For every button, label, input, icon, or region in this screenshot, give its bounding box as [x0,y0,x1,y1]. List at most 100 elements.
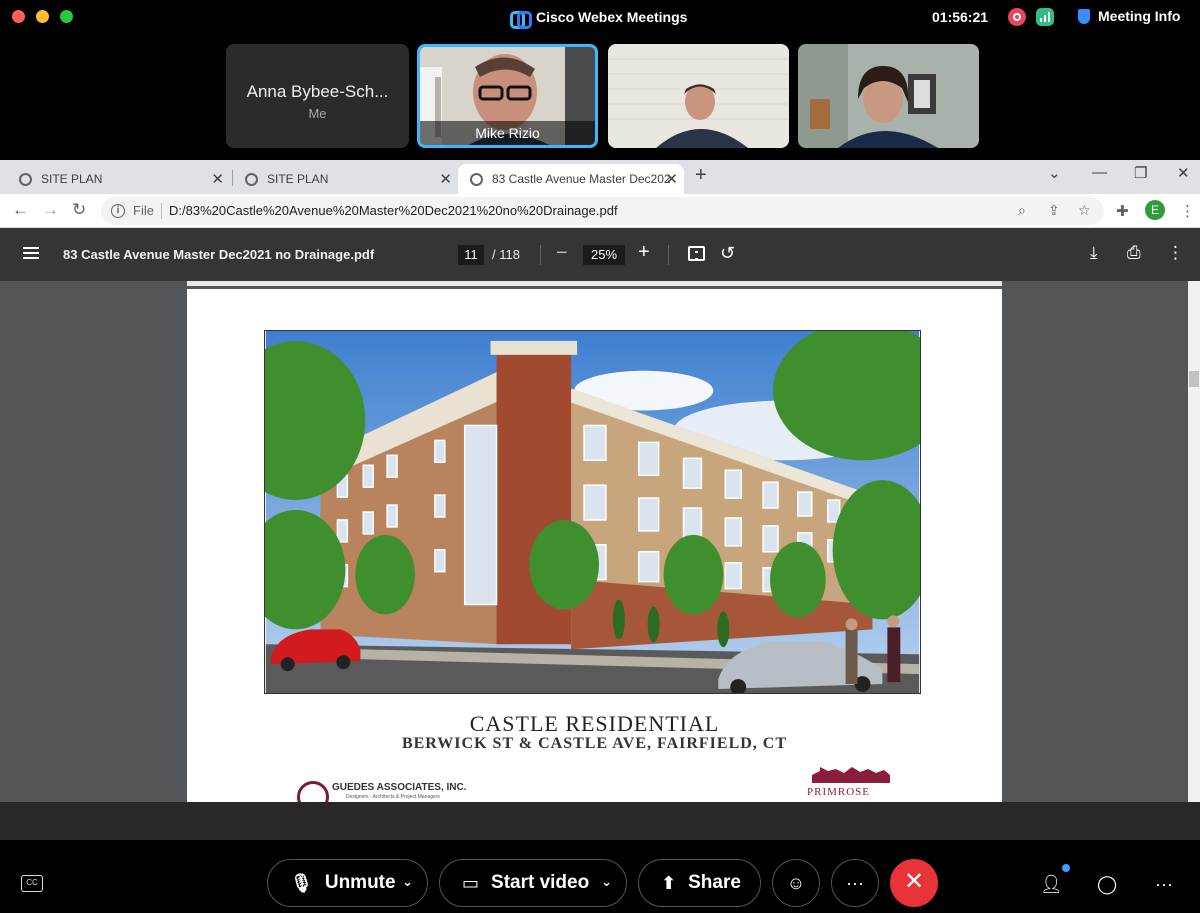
participants-icon[interactable]: 👤︎ [1040,874,1063,895]
video-off-icon: ▭ [462,872,480,893]
share-screen-icon: ⬆ [661,872,677,893]
download-icon[interactable]: ⤓ [1090,243,1098,263]
document-subtitle: BERWICK ST & CASTLE AVE, FAIRFIELD, CT [401,735,788,752]
start-video-label: Start video [491,872,590,893]
participant-tile[interactable] [608,44,789,148]
rotate-icon[interactable]: ↺ [720,243,735,264]
pdf-page: CASTLE RESIDENTIAL BERWICK ST & CASTLE A… [187,289,1002,802]
participant-tile-active-speaker[interactable]: Mike Rizio [417,44,598,148]
closed-captions-button[interactable]: CC [21,875,43,892]
share-label: Share [688,872,741,893]
close-icon[interactable]: ✕ [1177,164,1190,182]
leave-meeting-button[interactable]: ✕ [890,859,938,907]
unmute-label: Unmute [324,872,396,893]
close-tab-icon[interactable]: ✕ [665,170,678,188]
zoom-out-button[interactable]: − [556,242,568,265]
share-page-icon[interactable]: ⇪ [1048,202,1060,219]
app-title: Cisco Webex Meetings [510,9,688,29]
fit-to-page-icon[interactable] [688,246,705,261]
profile-avatar[interactable]: E [1145,200,1165,220]
print-icon[interactable]: ⎙ [1127,243,1141,263]
browser-tab[interactable]: SITE PLAN ✕ [233,164,458,194]
zoom-icon[interactable]: ⌕ [1018,202,1026,219]
participant-video [608,44,789,148]
hamburger-menu-icon[interactable] [23,247,39,259]
start-video-button[interactable]: ▭ Start video ⌄ [439,859,627,907]
reactions-button[interactable]: ☺ [772,859,820,907]
toolbar-divider [540,245,541,265]
pdf-viewport[interactable]: CASTLE RESIDENTIAL BERWICK ST & CASTLE A… [0,281,1200,802]
participant-subtitle: Me [308,106,327,121]
architect-firm-name: GUEDES ASSOCIATES, INC. [332,782,467,793]
chat-icon[interactable]: ◯ [1097,874,1117,895]
new-tab-button[interactable]: + [695,164,707,187]
unmute-button[interactable]: 🎙︎ Unmute ⌄ [267,859,428,907]
scrollbar-thumb[interactable] [1189,371,1199,387]
toolbar-divider [668,245,669,265]
more-options-button[interactable]: ··· [831,859,879,907]
app-title-text: Cisco Webex Meetings [536,9,688,25]
meeting-info-label: Meeting Info [1098,8,1181,24]
smiley-icon: ☺ [786,873,806,893]
chevron-down-icon[interactable]: ⌄ [402,874,413,890]
pdf-more-icon[interactable]: ⋮ [1167,243,1184,263]
tab-search-icon[interactable]: ⌄ [1048,164,1061,182]
webex-logo-icon [510,10,532,29]
content-divider-bar [0,802,1200,840]
browser-tab-active[interactable]: 83 Castle Avenue Master Dec202 ✕ [458,164,684,194]
tab-title: SITE PLAN [41,172,103,186]
address-bar[interactable]: i File D:/83%20Castle%20Avenue%20Master%… [101,197,1104,225]
architect-firm-tagline: Designers · Architects & Project Manager… [346,794,440,800]
participant-name: Mike Rizio [420,121,595,145]
close-window-button[interactable] [12,10,25,23]
protocol-label: File [133,203,154,218]
url-text[interactable]: D:/83%20Castle%20Avenue%20Master%20Dec20… [169,203,618,218]
extensions-puzzle-icon[interactable]: ✚ [1116,202,1129,220]
globe-icon [470,172,483,186]
zoom-in-button[interactable]: + [638,241,650,264]
pdf-file-name: 83 Castle Avenue Master Dec2021 no Drain… [63,247,375,262]
minimize-window-button[interactable] [36,10,49,23]
chevron-down-icon[interactable]: ⌄ [601,874,612,890]
minimize-icon[interactable]: — [1092,164,1107,181]
building-rendering [264,330,921,694]
vertical-scrollbar[interactable] [1188,281,1200,802]
reload-icon[interactable]: ↻ [72,200,86,220]
forward-icon[interactable]: → [42,200,59,220]
zoom-window-button[interactable] [60,10,73,23]
tab-divider [232,170,233,186]
tab-title: 83 Castle Avenue Master Dec202 [492,172,671,186]
back-icon[interactable]: ← [12,200,29,220]
network-stats-icon[interactable] [1036,8,1054,26]
more-menu-icon[interactable]: ··· [1155,874,1173,895]
previous-page-edge [187,281,1002,286]
close-tab-icon[interactable]: ✕ [439,170,452,188]
globe-icon [19,172,32,186]
participant-tile[interactable] [798,44,979,148]
browser-tab-strip: SITE PLAN ✕ SITE PLAN ✕ 83 Castle Avenue… [0,160,1200,194]
page-total: / 118 [492,247,520,262]
info-icon[interactable]: i [111,204,125,218]
globe-icon [245,172,258,186]
browser-menu-icon[interactable]: ⋮ [1180,202,1195,220]
page-number-input[interactable]: 11 [458,245,484,265]
mic-off-icon: 🎙︎ [290,872,313,893]
restore-icon[interactable]: ❐ [1134,164,1147,182]
browser-tab[interactable]: SITE PLAN ✕ [0,164,230,194]
zoom-level-input[interactable]: 25% [583,245,625,265]
document-title: CASTLE RESIDENTIAL [469,711,720,736]
bookmark-star-icon[interactable]: ☆ [1078,202,1091,219]
address-divider [161,203,162,219]
meeting-info-button[interactable]: Meeting Info [1078,8,1180,24]
share-button[interactable]: ⬆ Share [638,859,761,907]
close-tab-icon[interactable]: ✕ [211,170,224,188]
participant-name: Anna Bybee-Sch... [246,82,389,101]
primrose-logo-icon [812,767,890,783]
pdf-toolbar: 83 Castle Avenue Master Dec2021 no Drain… [0,228,1200,281]
participant-strip: Anna Bybee-Sch... Me Mike Rizio [0,44,1200,148]
recording-icon[interactable] [1008,8,1026,26]
participant-tile-self[interactable]: Anna Bybee-Sch... Me [226,44,409,148]
guedes-logo-icon [297,781,329,802]
notification-dot [1062,864,1070,872]
app-titlebar: Cisco Webex Meetings 01:56:21 Meeting In… [0,0,1200,34]
